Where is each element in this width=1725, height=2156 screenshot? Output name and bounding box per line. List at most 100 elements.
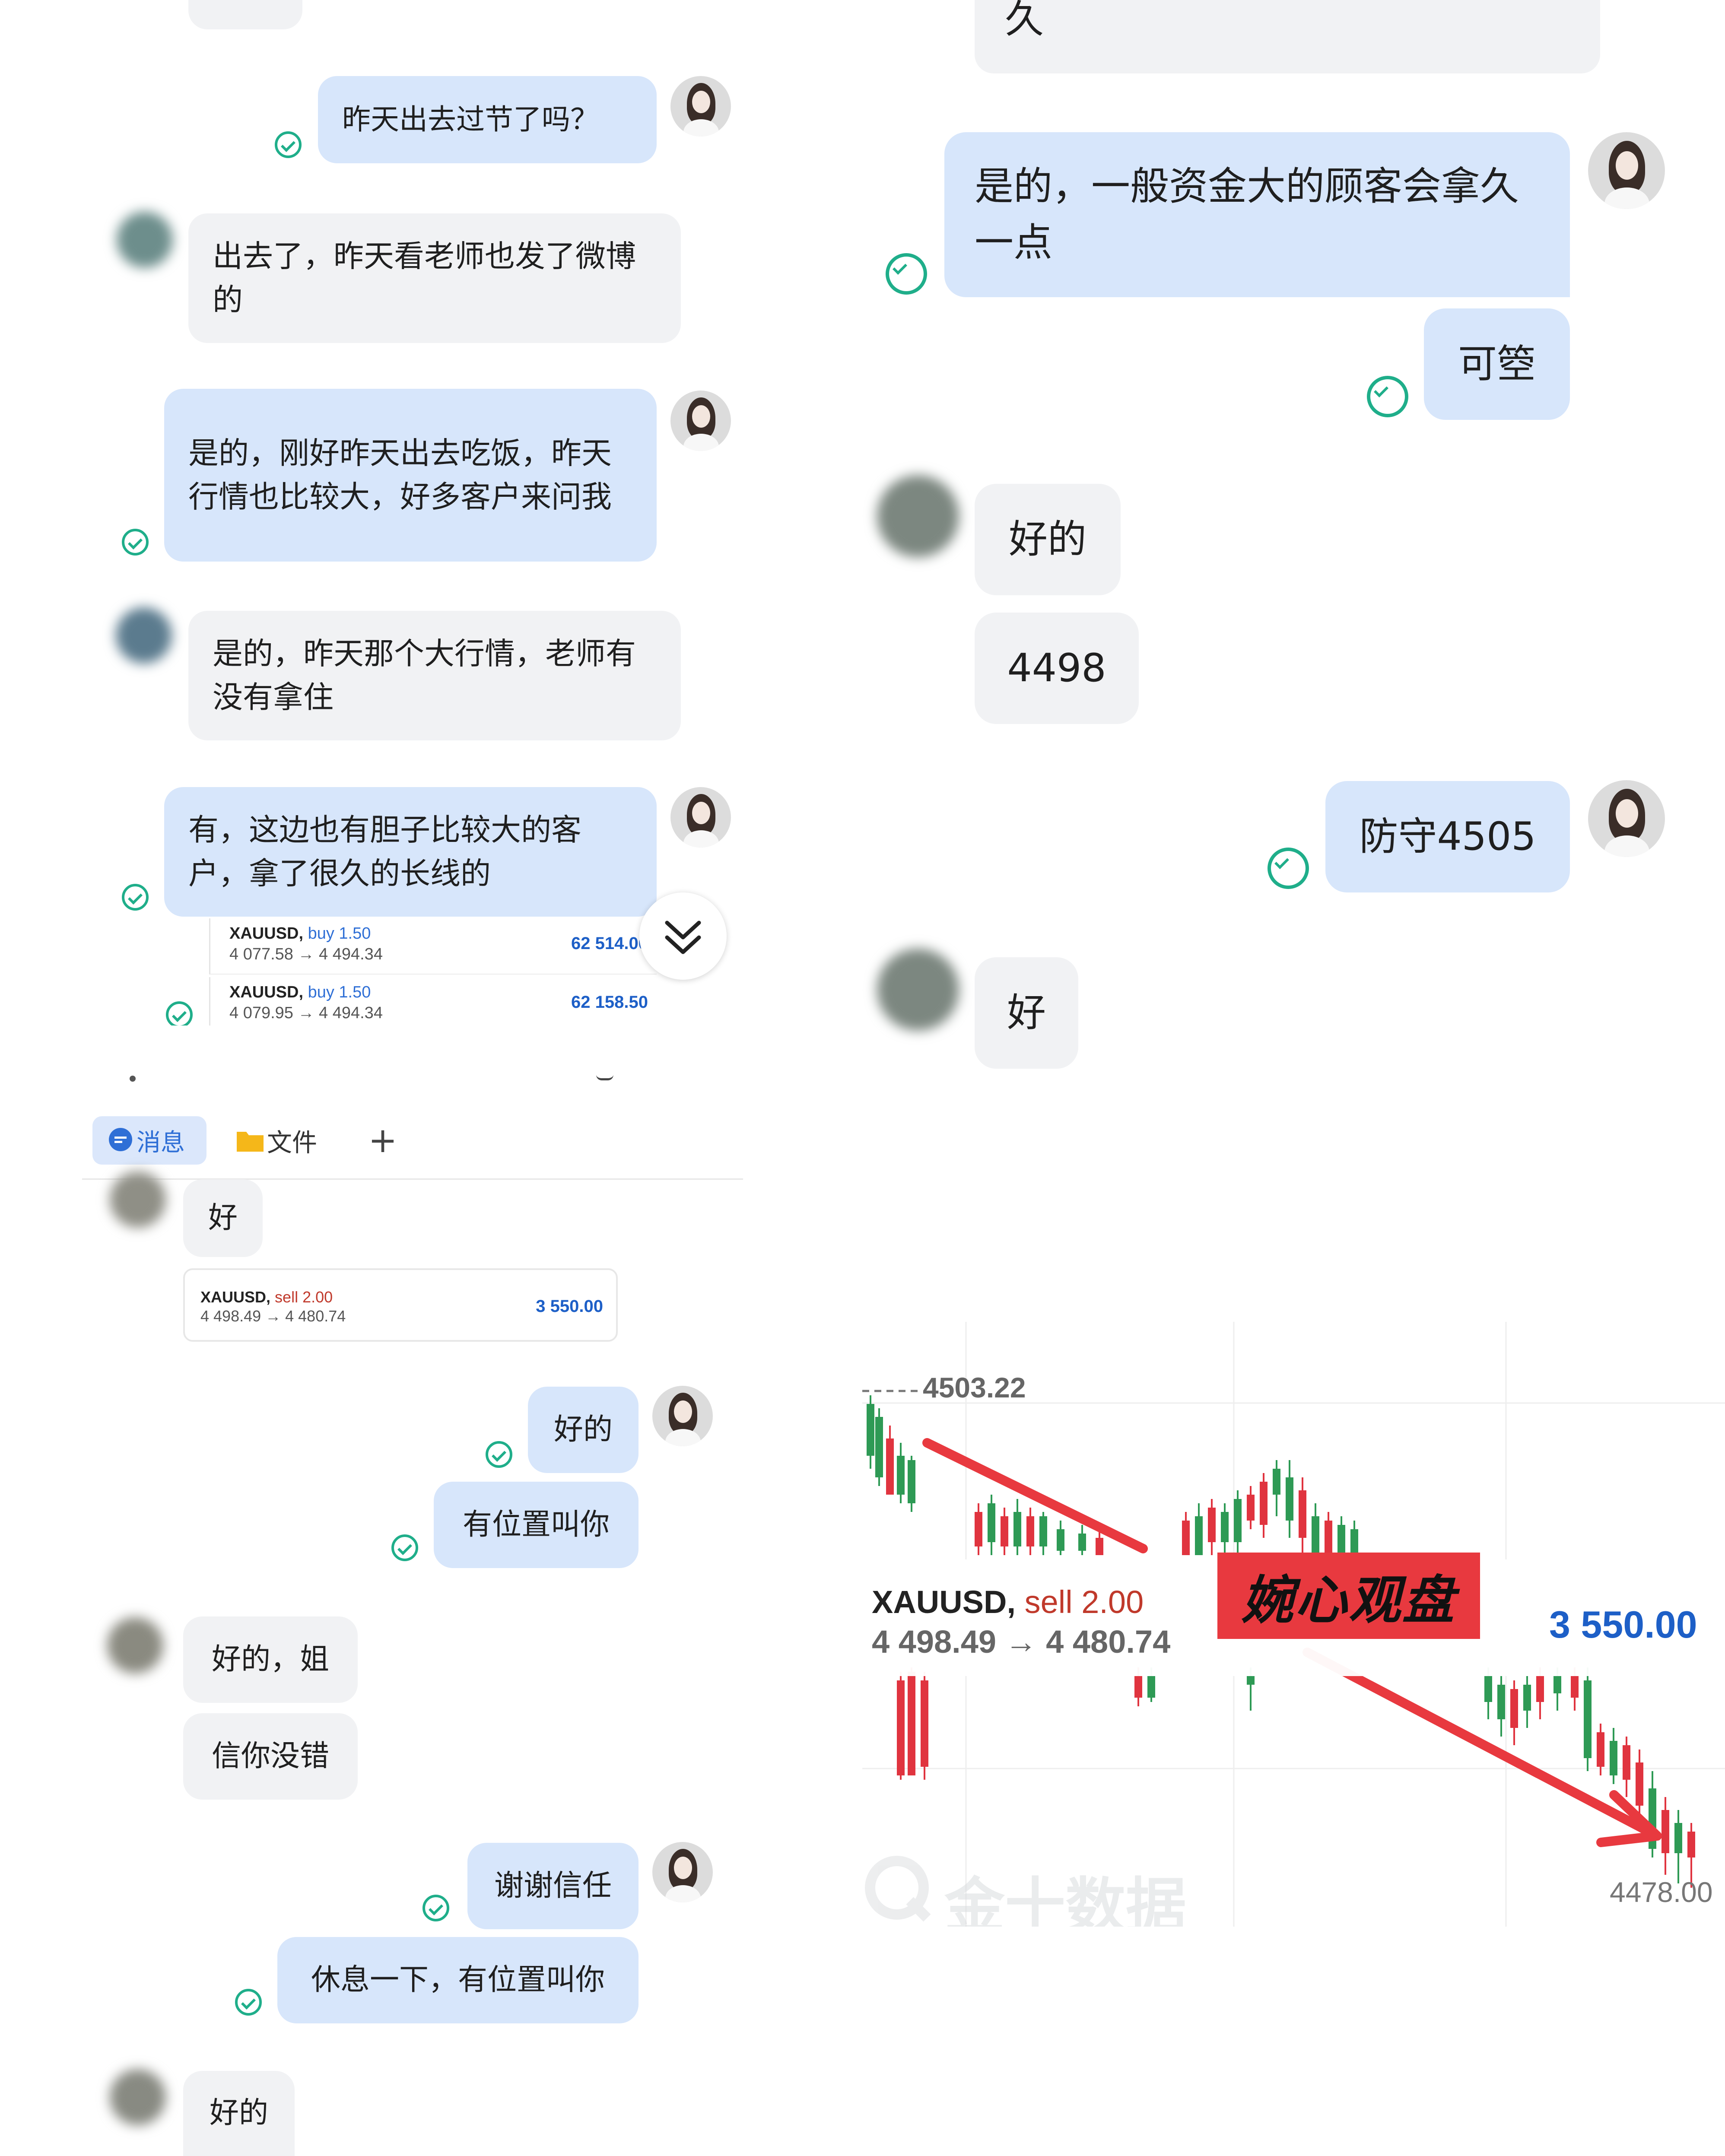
- message-bubble-them[interactable]: 好: [975, 957, 1078, 1069]
- message-bubble-me[interactable]: 有位置叫你: [434, 1482, 639, 1568]
- contact-avatar[interactable]: [116, 607, 172, 664]
- message-bubble-them[interactable]: 是的，昨天那个大行情，老师有没有拿住: [188, 611, 681, 740]
- message-text: 可箜: [1458, 341, 1536, 387]
- contact-avatar[interactable]: [877, 949, 959, 1031]
- my-avatar[interactable]: [652, 1386, 713, 1446]
- message-bubble-me[interactable]: 有，这边也有胆子比较大的客户，拿了很久的长线的: [164, 787, 657, 917]
- candle-body: [1661, 1810, 1669, 1853]
- trade-card[interactable]: XAUUSD, buy 1.50 4 079.95 → 4 494.34 62 …: [209, 977, 657, 1033]
- message-bubble-them[interactable]: 4498: [975, 613, 1139, 724]
- candle-body: [1312, 1516, 1319, 1555]
- tab-messages[interactable]: 消息: [92, 1116, 206, 1165]
- candle-body: [1350, 1529, 1358, 1555]
- message-bubble-them[interactable]: 好: [183, 1179, 263, 1257]
- contact-avatar[interactable]: [110, 2069, 166, 2125]
- candle-body: [1553, 1676, 1561, 1693]
- trade-side: sell 2.00: [275, 1288, 333, 1306]
- candle-body: [1247, 1676, 1255, 1685]
- message-text: 防守4505: [1359, 813, 1536, 859]
- candle-body: [1510, 1689, 1518, 1728]
- top-price-label: 4503.22: [923, 1372, 1026, 1403]
- tab-label: 文件: [267, 1128, 318, 1157]
- trade-prices: 4 077.58 → 4 494.34: [229, 945, 383, 963]
- trade-card[interactable]: XAUUSD, buy 1.50 4 077.58 → 4 494.34 62 …: [209, 918, 657, 975]
- message-text: 好的: [1009, 516, 1086, 562]
- my-avatar[interactable]: [1588, 132, 1665, 209]
- candle-body: [875, 1417, 883, 1477]
- message-text: 出去了，昨天看老师也发了微博的: [213, 238, 636, 318]
- message-text: 有位置叫你: [462, 1507, 610, 1542]
- tab-add[interactable]: +: [365, 1120, 400, 1161]
- watermark-text: 金十数据: [944, 1871, 1187, 1927]
- trade-symbol: XAUUSD,: [200, 1288, 271, 1306]
- message-bubble-them[interactable]: 好的: [183, 2071, 295, 2156]
- double-chevron-down-icon: [665, 921, 701, 954]
- trade-profit: 3 550.00: [536, 1297, 603, 1316]
- message-text: 昨天出去过节了吗？: [342, 103, 599, 137]
- candle-body: [1337, 1525, 1345, 1555]
- trade-card[interactable]: XAUUSD, sell 2.00 4 498.49 → 4 480.74 3 …: [183, 1268, 618, 1342]
- message-bubble-them[interactable]: 信你没错: [183, 1713, 358, 1800]
- candle-body: [1674, 1823, 1682, 1853]
- candle-body: [1623, 1745, 1630, 1780]
- partial-message-bubble: [188, 0, 302, 29]
- my-avatar[interactable]: [670, 391, 731, 451]
- trade-profit: 62 514.00: [571, 934, 648, 953]
- candle-body: [975, 1512, 982, 1546]
- contact-avatar[interactable]: [117, 212, 173, 268]
- read-check-icon: [122, 884, 149, 911]
- message-bubble-me[interactable]: 是的，一般资金大的顾客会拿久一点: [944, 132, 1570, 297]
- message-bubble-me[interactable]: 是的，刚好昨天出去吃饭，昨天行情也比较大，好多客户来问我: [164, 389, 657, 562]
- trade-prices: 4 498.49 → 4 480.74: [872, 1624, 1171, 1660]
- message-bubble-me[interactable]: 可箜: [1424, 308, 1570, 420]
- read-check-icon: [166, 1001, 193, 1028]
- candle-body: [1584, 1680, 1592, 1758]
- candle-body: [1147, 1676, 1155, 1698]
- message-text: 好的，姐: [211, 1642, 329, 1677]
- trade-side: buy 1.50: [308, 924, 371, 943]
- status-bar-remnant: [130, 1076, 136, 1082]
- candle-body: [1523, 1685, 1531, 1711]
- message-text: 信你没错: [211, 1739, 329, 1773]
- contact-avatar[interactable]: [877, 475, 959, 557]
- contact-avatar[interactable]: [107, 1617, 163, 1673]
- candle-body: [1195, 1516, 1203, 1555]
- candle-body: [908, 1672, 915, 1775]
- trade-symbol: XAUUSD,: [872, 1584, 1016, 1620]
- message-bubble-them[interactable]: 好的: [975, 484, 1121, 595]
- candle-body: [1536, 1676, 1544, 1702]
- message-bubble-me[interactable]: 昨天出去过节了吗？: [318, 76, 657, 163]
- my-avatar[interactable]: [670, 76, 731, 137]
- candle-body: [1221, 1512, 1229, 1542]
- candle-body: [886, 1438, 894, 1495]
- message-bubble-me[interactable]: 好的: [528, 1387, 639, 1473]
- message-bubble-me[interactable]: 谢谢信任: [467, 1843, 639, 1929]
- trade-side: sell 2.00: [1024, 1584, 1144, 1620]
- message-text: 好: [208, 1200, 238, 1235]
- tab-files[interactable]: 文件: [236, 1119, 317, 1162]
- candle-body: [1013, 1512, 1021, 1546]
- contact-avatar[interactable]: [110, 1172, 166, 1228]
- message-bubble-them[interactable]: 出去了，昨天看老师也发了微博的: [188, 213, 681, 343]
- candle-body: [1260, 1482, 1268, 1525]
- message-text: 是的，一般资金大的顾客会拿久一点: [975, 163, 1519, 266]
- message-text: 4498: [1007, 645, 1106, 691]
- trade-profit: 3 550.00: [1549, 1603, 1697, 1646]
- message-bubble-me[interactable]: 休息一下，有位置叫你: [277, 1937, 639, 2023]
- candle-body: [867, 1404, 874, 1456]
- my-avatar[interactable]: [670, 787, 731, 848]
- tab-label: 消息: [137, 1128, 185, 1157]
- candle-body: [1134, 1676, 1142, 1698]
- scroll-down-button[interactable]: [639, 892, 727, 980]
- my-avatar[interactable]: [652, 1842, 713, 1902]
- candle-body: [1497, 1685, 1505, 1719]
- my-avatar[interactable]: [1588, 780, 1665, 857]
- stamp-text: 婉心观盘: [1242, 1571, 1456, 1631]
- trade-profit: 62 158.50: [571, 993, 648, 1012]
- partial-message-bubble[interactable]: 久: [975, 0, 1600, 73]
- message-bubble-me[interactable]: 防守4505: [1325, 781, 1570, 892]
- message-text: 是的，昨天那个大行情，老师有没有拿住: [213, 635, 636, 715]
- message-bubble-them[interactable]: 好的，姐: [183, 1616, 358, 1703]
- trade-side: buy 1.50: [308, 983, 371, 1001]
- candle-body: [1078, 1534, 1086, 1551]
